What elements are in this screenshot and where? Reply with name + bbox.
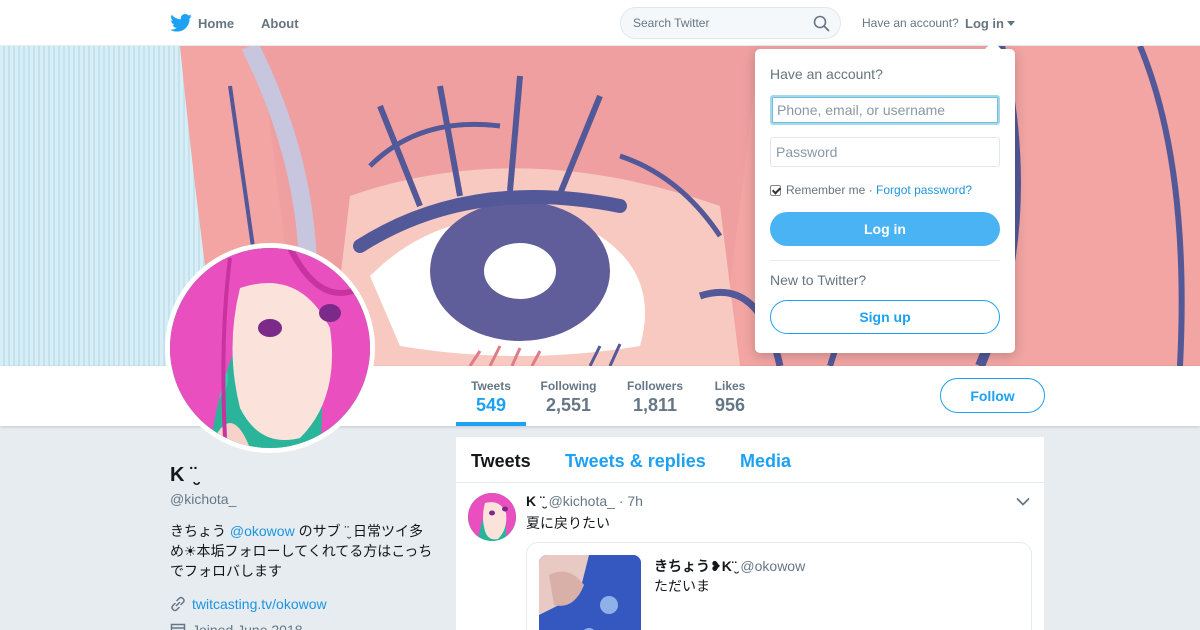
profile-name: K ¨̮ — [170, 464, 197, 486]
profile-bio: きちょう @okowow のサブ ¨̮ 日常ツイ多め☀︎本垢フォローしてくれてる… — [170, 521, 435, 581]
top-nav: Home About Search Twitter Have an accoun… — [0, 0, 1200, 46]
remember-me-row: Remember me · Forgot password? — [770, 183, 972, 197]
timeline: Tweets Tweets & replies Media K ¨̮ @kich… — [456, 437, 1044, 630]
quoted-tweet-text: ただいま — [654, 578, 710, 594]
tweet-avatar[interactable] — [468, 493, 516, 541]
stat-tweets[interactable]: Tweets 549 — [456, 366, 526, 426]
login-dropdown-toggle[interactable]: Log in — [965, 0, 1015, 46]
username-field[interactable] — [770, 95, 1000, 125]
login-dropdown: Have an account? Remember me · Forgot pa… — [755, 41, 1015, 353]
calendar-icon — [170, 623, 186, 630]
tab-media[interactable]: Media — [740, 451, 791, 472]
link-icon — [171, 596, 185, 612]
nav-about[interactable]: About — [261, 0, 299, 46]
stat-followers-label: Followers — [626, 379, 683, 393]
quoted-author-handle: @okowow — [740, 558, 806, 574]
website-link[interactable]: twitcasting.tv/okowow — [192, 596, 327, 612]
tweet-text: 夏に戻りたい — [526, 515, 610, 531]
remember-separator: · — [868, 183, 873, 197]
quoted-author-name: きちょう❥K¨̮ — [654, 558, 737, 574]
stat-followers-value: 1,811 — [632, 395, 678, 415]
caret-down-icon — [1007, 20, 1015, 26]
new-to-twitter-text: New to Twitter? — [770, 272, 867, 288]
nav-home[interactable]: Home — [170, 0, 234, 46]
chevron-down-icon[interactable] — [1016, 497, 1030, 507]
follow-button[interactable]: Follow — [940, 378, 1045, 413]
search-input[interactable]: Search Twitter — [620, 7, 841, 39]
bio-mention-link[interactable]: @okowow — [230, 523, 295, 539]
search-icon[interactable] — [813, 15, 830, 32]
password-field[interactable] — [770, 137, 1000, 167]
quoted-tweet[interactable]: きちょう❥K¨̮ @okowow ただいま — [526, 542, 1032, 630]
stat-tweets-label: Tweets — [471, 379, 511, 393]
profile-handle: @kichota_ — [170, 491, 237, 507]
signup-button[interactable]: Sign up — [770, 300, 1000, 334]
tab-tweets[interactable]: Tweets — [471, 451, 531, 472]
stat-followers[interactable]: Followers 1,811 — [623, 366, 687, 426]
profile-joined: Joined June 2018 — [170, 622, 303, 630]
nav-home-label: Home — [198, 15, 235, 31]
tweet-timestamp[interactable]: · 7h — [619, 493, 643, 509]
quoted-tweet-image[interactable] — [539, 555, 641, 630]
tweet-header: K ¨̮ @kichota_ · 7h — [526, 493, 643, 509]
profile-website: twitcasting.tv/okowow — [170, 596, 327, 612]
forgot-password-link[interactable]: Forgot password? — [876, 183, 972, 197]
remember-me-label[interactable]: Remember me — [786, 183, 865, 197]
stat-likes[interactable]: Likes 956 — [710, 366, 750, 426]
dropdown-divider — [770, 260, 1000, 261]
profile-avatar[interactable] — [165, 243, 375, 453]
twitter-bird-icon — [170, 14, 192, 32]
stat-following-value: 2,551 — [545, 395, 592, 415]
remember-me-checkbox[interactable] — [770, 184, 781, 196]
timeline-tabs: Tweets Tweets & replies Media — [456, 437, 1044, 483]
bio-prefix: きちょう — [170, 523, 230, 539]
quoted-tweet-header: きちょう❥K¨̮ @okowow — [654, 556, 805, 576]
stat-following[interactable]: Following 2,551 — [537, 366, 600, 426]
login-link-label: Log in — [965, 15, 1004, 31]
have-account-text: Have an account? — [862, 16, 959, 30]
tweet-author-handle[interactable]: @kichota_ — [549, 493, 615, 509]
stat-likes-label: Likes — [714, 379, 746, 393]
login-dropdown-title: Have an account? — [770, 66, 883, 82]
login-button[interactable]: Log in — [770, 212, 1000, 246]
stat-likes-value: 956 — [714, 395, 746, 415]
search-placeholder: Search Twitter — [633, 16, 710, 30]
joined-text: Joined June 2018 — [192, 622, 303, 630]
tweet-author-name[interactable]: K ¨̮ — [526, 493, 545, 509]
tweet[interactable]: K ¨̮ @kichota_ · 7h 夏に戻りたい きちょう❥K¨̮ @oko… — [456, 483, 1044, 630]
stat-following-label: Following — [540, 379, 597, 393]
tab-tweets-replies[interactable]: Tweets & replies — [565, 451, 706, 472]
stat-tweets-value: 549 — [475, 395, 507, 415]
